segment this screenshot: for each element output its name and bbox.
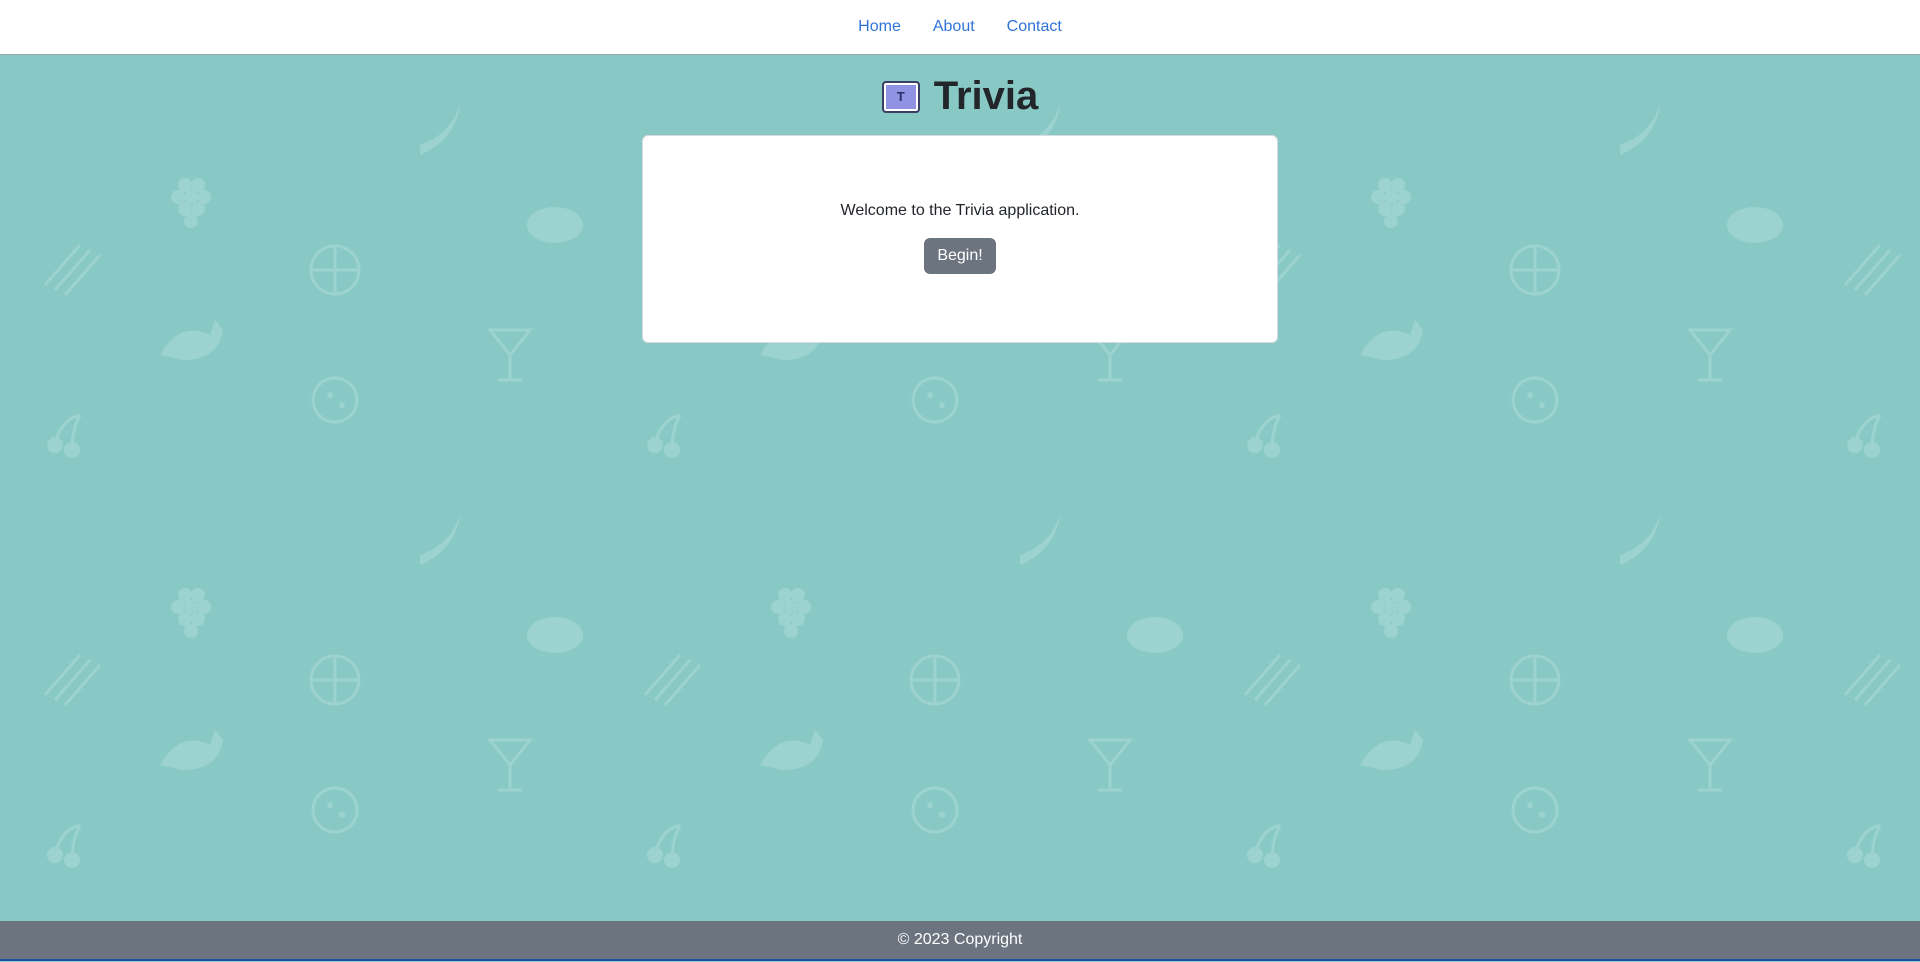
top-navbar: Home About Contact (0, 0, 1920, 55)
footer: © 2023 Copyright (0, 921, 1920, 961)
welcome-text: Welcome to the Trivia application. (840, 202, 1080, 219)
page-header: T Trivia (0, 74, 1920, 119)
nav-link-home[interactable]: Home (842, 18, 917, 36)
nav-link-about[interactable]: About (917, 18, 991, 36)
copyright-text: © 2023 Copyright (897, 931, 1023, 948)
nav-link-contact[interactable]: Contact (991, 18, 1078, 36)
welcome-card: Welcome to the Trivia application. Begin… (642, 135, 1278, 343)
begin-button[interactable]: Begin! (924, 238, 996, 274)
page-title: Trivia (933, 74, 1039, 118)
trivia-logo-icon: T (881, 80, 920, 113)
